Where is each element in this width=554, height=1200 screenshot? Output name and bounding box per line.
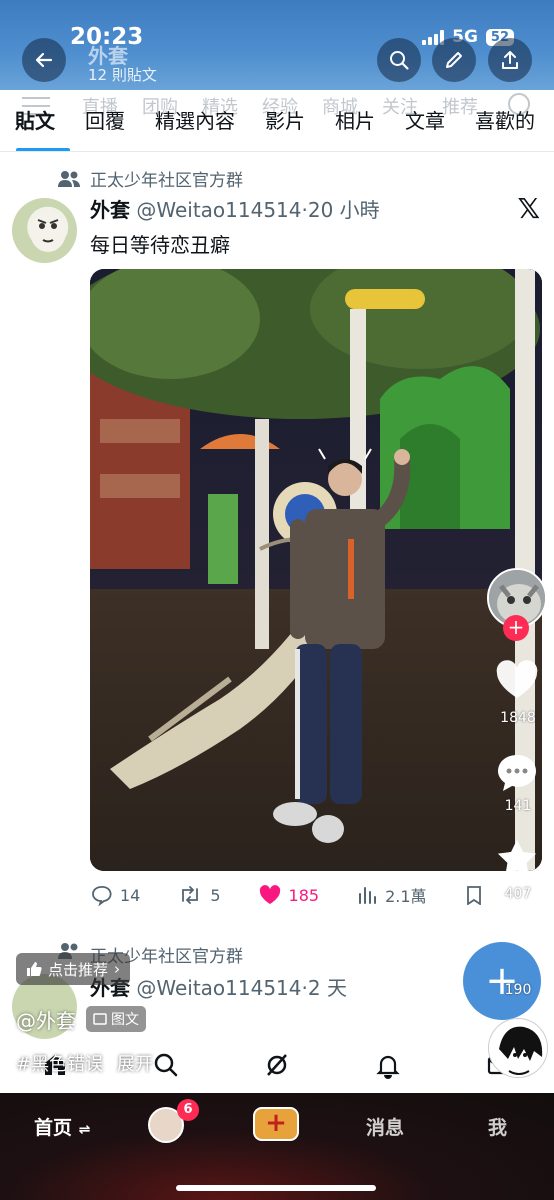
author-tag[interactable]: @外套 <box>16 1005 76 1034</box>
like-count: 185 <box>288 885 320 905</box>
back-icon <box>35 52 53 68</box>
comments-count: 141 <box>504 798 532 814</box>
tab-photos[interactable]: 相片 <box>320 100 390 151</box>
comment-icon <box>498 755 536 791</box>
compose-button[interactable]: + <box>463 942 541 1020</box>
create-button[interactable]: + <box>253 1107 299 1141</box>
share-icon <box>502 51 518 69</box>
heart-icon <box>259 885 280 904</box>
notifications-tab[interactable] <box>368 1045 408 1085</box>
star-icon <box>497 839 537 877</box>
hashtag[interactable]: #黑色错误 <box>16 1054 103 1075</box>
post-time: 20 小時 <box>307 198 380 222</box>
repost-count: 5 <box>210 885 221 905</box>
home-indicator <box>176 1185 376 1191</box>
search-button[interactable] <box>377 38 421 82</box>
profile-header: 20:23 5G 52 外套 12 則貼文 <box>0 0 554 90</box>
avatar[interactable] <box>12 198 77 263</box>
edit-icon <box>446 52 462 68</box>
tab-me[interactable]: 我 <box>488 1113 507 1140</box>
profile-tabs: 貼文 回覆 精選內容 影片 相片 文章 喜歡的 <box>0 100 554 152</box>
like-button[interactable]: 185 <box>259 885 320 905</box>
follow-button[interactable]: + <box>503 615 529 641</box>
post-count: 12 則貼文 <box>88 66 157 84</box>
tab-posts[interactable]: 貼文 <box>0 100 70 151</box>
likes-count: 1848 <box>500 710 536 726</box>
reply-button[interactable]: 14 <box>90 884 140 906</box>
recommend-button[interactable]: 点击推荐 › <box>16 953 131 985</box>
edit-button[interactable] <box>432 38 476 82</box>
favorite-button[interactable] <box>496 838 538 882</box>
app-tab-bar: 首页 ⇌ 6 + 消息 我 <box>0 1093 554 1200</box>
tab-likes[interactable]: 喜歡的 <box>460 100 550 151</box>
grok-icon <box>267 1054 287 1076</box>
search-icon <box>390 51 409 70</box>
post-header: 外套 @Weitao114514·20 小時 <box>90 194 380 223</box>
bell-icon <box>376 1055 400 1079</box>
notification-badge: 6 <box>177 1099 199 1121</box>
tab-replies[interactable]: 回覆 <box>70 100 140 151</box>
like-overlay-button[interactable] <box>495 660 539 704</box>
post-text: 每日等待恋丑癖 <box>90 233 230 257</box>
tab-highlights[interactable]: 精選內容 <box>140 100 250 151</box>
user-handle[interactable]: @Weitao114514 <box>136 198 301 222</box>
share-profile-button[interactable] <box>488 38 532 82</box>
tab-videos[interactable]: 影片 <box>250 100 320 151</box>
favorites-count: 407 <box>504 886 532 902</box>
shares-count: 190 <box>504 982 532 998</box>
community-label[interactable]: 正太少年社区官方群 <box>58 166 243 191</box>
refresh-icon: ⇌ <box>78 1122 91 1138</box>
chevron-right-icon: › <box>114 960 121 978</box>
post-actions: 14 5 185 2.1萬 <box>90 883 542 907</box>
tab-messages[interactable]: 消息 <box>366 1113 404 1140</box>
repost-icon <box>182 886 199 904</box>
post-type-label: 图文 <box>111 1012 139 1028</box>
expand-link[interactable]: 展开 <box>117 1054 153 1075</box>
community-icon <box>58 170 80 187</box>
community-name: 正太少年社区官方群 <box>90 171 243 191</box>
x-logo-icon: 𝕏 <box>517 192 540 225</box>
back-button[interactable] <box>22 38 66 82</box>
views-icon <box>359 887 377 904</box>
hashtag-line[interactable]: #黑色错误 展开 <box>16 1050 153 1076</box>
reply-icon <box>92 886 112 906</box>
post-time: 2 天 <box>307 976 347 1000</box>
display-name[interactable]: 外套 <box>90 198 130 222</box>
reply-count: 14 <box>120 885 141 905</box>
home-label: 首页 <box>34 1117 73 1139</box>
thumb-icon <box>27 962 42 976</box>
image-icon <box>93 1013 107 1025</box>
views-button[interactable]: 2.1萬 <box>357 883 427 907</box>
explore-icon <box>154 1053 178 1077</box>
bookmark-icon <box>466 886 481 905</box>
tab-home[interactable]: 首页 ⇌ <box>34 1113 90 1140</box>
view-count: 2.1萬 <box>385 887 427 906</box>
heart-icon <box>496 660 538 698</box>
bookmark-button[interactable] <box>465 885 483 905</box>
recommend-label: 点击推荐 <box>48 960 109 979</box>
repost-button[interactable]: 5 <box>178 884 221 906</box>
user-handle[interactable]: @Weitao114514 <box>136 976 301 1000</box>
grok-tab[interactable] <box>257 1045 297 1085</box>
comment-button[interactable] <box>495 752 539 798</box>
music-disc-avatar[interactable] <box>488 1018 548 1078</box>
post-type-tag: 图文 <box>86 1006 146 1032</box>
post-photo[interactable] <box>90 269 542 871</box>
tab-articles[interactable]: 文章 <box>390 100 460 151</box>
